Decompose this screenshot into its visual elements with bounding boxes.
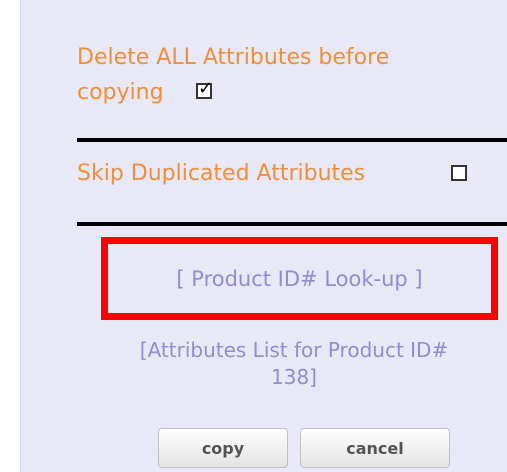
copy-button[interactable]: copy <box>158 428 288 468</box>
skip-duplicated-checkbox[interactable] <box>451 165 467 181</box>
delete-all-checkbox[interactable]: ✓ <box>196 78 214 99</box>
delete-all-label-line2: copying <box>77 80 164 105</box>
page: Delete ALL Attributes before copying ✓ S… <box>0 0 507 472</box>
attributes-list-line2: 138] <box>271 365 317 389</box>
product-id-lookup-link[interactable]: [ Product ID# Look-up ] <box>101 237 498 320</box>
skip-duplicated-label: Skip Duplicated Attributes <box>77 161 366 186</box>
attributes-list-line1: [Attributes List for Product ID# <box>139 338 449 362</box>
checkmark-icon: ✓ <box>198 78 214 99</box>
divider <box>77 138 507 142</box>
attributes-list-link[interactable]: [Attributes List for Product ID# 138] <box>60 337 507 391</box>
divider <box>77 222 507 226</box>
cancel-button[interactable]: cancel <box>300 428 450 468</box>
delete-all-label-line1: Delete ALL Attributes before <box>77 45 390 70</box>
